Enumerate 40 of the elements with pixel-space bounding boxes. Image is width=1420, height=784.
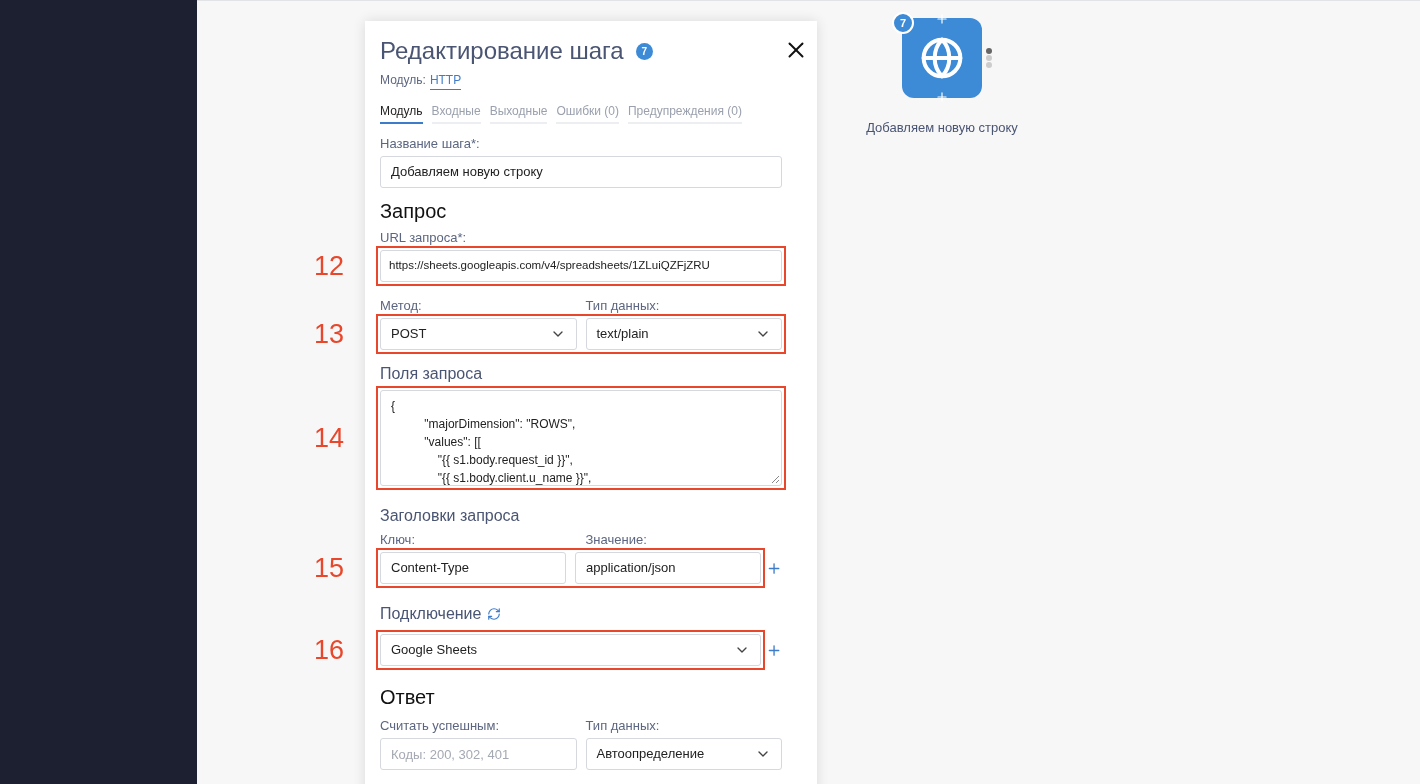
field-label: Считать успешным: xyxy=(380,718,500,734)
request-body-textarea[interactable]: { "majorDimension": "ROWS", "values": [[ "{{ s1.body.request_id }}", "{{ s1.body.client.u_name }}", xyxy=(380,390,782,486)
module-link[interactable]: HTTP xyxy=(429,71,462,90)
response-type-select[interactable]: Автоопределение xyxy=(585,738,782,770)
dialog-title: Редактирование шага xyxy=(380,36,624,66)
node-badge: 7 xyxy=(892,12,914,34)
url-input[interactable]: https://sheets.googleapis.com/v4/spreadsheets/1ZLuiQZFjZRU xyxy=(380,250,782,282)
section-heading: Поля запроса xyxy=(380,364,484,384)
resize-handle-icon[interactable] xyxy=(772,476,779,483)
method-select[interactable]: POST xyxy=(380,318,577,350)
node-label: Добавляем новую строку xyxy=(866,119,1018,137)
step-name-input[interactable]: Добавляем новую строку xyxy=(380,156,782,188)
header-key-input[interactable]: Content-Type xyxy=(380,552,566,584)
annotation-number: 16 xyxy=(313,636,344,664)
node-tile[interactable] xyxy=(902,18,982,98)
field-label: Ключ: xyxy=(380,532,416,548)
section-heading: Подключение xyxy=(380,604,482,624)
module-label: Модуль: xyxy=(380,72,426,89)
tab[interactable]: Модуль xyxy=(380,102,423,124)
data-type-select[interactable]: text/plain xyxy=(585,318,782,350)
field-label: URL запроса*: xyxy=(380,230,468,246)
refresh-icon[interactable] xyxy=(487,607,502,621)
annotation-number: 13 xyxy=(313,320,344,348)
field-label: Тип данных: xyxy=(585,298,661,314)
section-heading: Запрос xyxy=(380,199,448,224)
success-codes-input[interactable]: Коды: 200, 302, 401 xyxy=(380,738,577,770)
field-label: Значение: xyxy=(585,532,648,548)
step-badge: 7 xyxy=(635,42,653,60)
annotation-number: 15 xyxy=(313,554,344,582)
field-label: Метод: xyxy=(380,298,423,314)
annotation-number: 14 xyxy=(313,424,344,452)
connection-select[interactable]: Google Sheets xyxy=(380,634,761,666)
section-heading: Ответ xyxy=(380,685,436,710)
field-label: Тип данных: xyxy=(585,718,661,734)
section-heading: Заголовки запроса xyxy=(380,506,521,526)
globe-icon xyxy=(920,36,964,80)
dots-icon[interactable] xyxy=(986,48,992,68)
field-label: Название шага*: xyxy=(380,136,481,152)
header-value-input[interactable]: application/json xyxy=(574,552,761,584)
annotation-number: 12 xyxy=(313,252,344,280)
